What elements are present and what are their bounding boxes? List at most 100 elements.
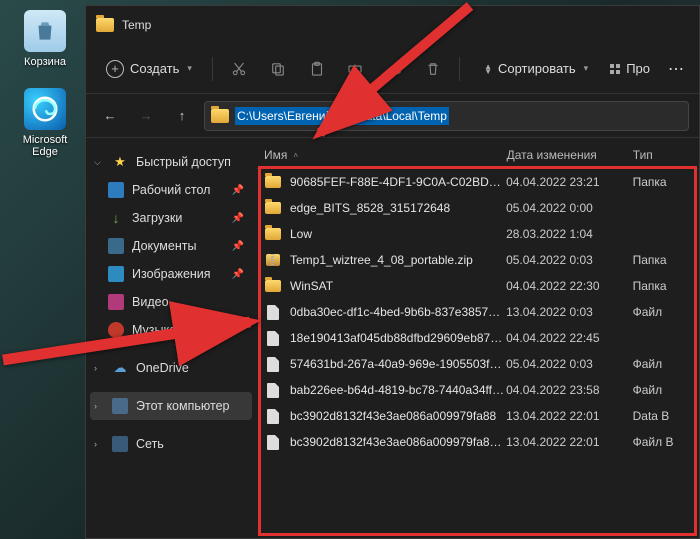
folder-icon [264, 226, 282, 242]
folder-icon [96, 18, 114, 32]
sidebar-item-label: Рабочий стол [132, 183, 210, 197]
column-date[interactable]: Дата изменения [507, 148, 633, 162]
sidebar-item-label: Видео [132, 295, 169, 309]
edge-shortcut[interactable]: Microsoft Edge [10, 88, 80, 158]
sidebar-item-documents[interactable]: Документы 📌 [90, 232, 252, 260]
file-icon [264, 356, 282, 372]
sidebar-network[interactable]: › Сеть [90, 430, 252, 458]
sort-indicator-icon: ˄ [293, 151, 298, 160]
rename-button[interactable] [339, 51, 372, 87]
file-row[interactable]: bc3902d8132f43e3ae086a009979fa88.db.ses1… [256, 429, 699, 455]
new-button[interactable]: + Создать ▾ [96, 54, 202, 84]
file-type: Файл [633, 305, 691, 319]
file-type: Файл [633, 383, 691, 397]
delete-button[interactable] [416, 51, 449, 87]
file-type: Файл B [633, 435, 691, 449]
document-icon [108, 238, 124, 254]
file-row[interactable]: 18e190413af045db88dfbd29609eb877.db…04.0… [256, 325, 699, 351]
forward-button[interactable]: → [132, 102, 160, 130]
video-icon [108, 294, 124, 310]
file-date: 13.04.2022 22:01 [506, 435, 633, 449]
network-icon [112, 436, 128, 452]
file-icon [264, 304, 282, 320]
sidebar-item-label: OneDrive [136, 361, 189, 375]
sidebar: ⌵ ★ Быстрый доступ Рабочий стол 📌 ↓ Загр… [86, 138, 256, 538]
file-type: Папка [633, 253, 691, 267]
zip-icon [264, 252, 282, 268]
sidebar-item-label: Загрузки [132, 211, 182, 225]
file-date: 13.04.2022 0:03 [506, 305, 633, 319]
sidebar-item-label: Сеть [136, 437, 164, 451]
file-date: 04.04.2022 23:21 [506, 175, 633, 189]
sort-icon: ▲▼ [484, 64, 492, 74]
paste-button[interactable] [300, 51, 333, 87]
file-name: bab226ee-b64d-4819-bc78-7440a34ff55e… [290, 383, 506, 397]
folder-icon [264, 174, 282, 190]
file-name: bc3902d8132f43e3ae086a009979fa88 [290, 409, 506, 423]
file-date: 04.04.2022 22:30 [506, 279, 633, 293]
sort-button[interactable]: ▲▼ Сортировать ▾ [476, 55, 596, 82]
file-row[interactable]: edge_BITS_8528_31517264805.04.2022 0:00 [256, 195, 699, 221]
file-row[interactable]: WinSAT04.04.2022 22:30Папка [256, 273, 699, 299]
sidebar-item-desktop[interactable]: Рабочий стол 📌 [90, 176, 252, 204]
column-name[interactable]: Имя ˄ [264, 148, 507, 162]
rename-icon [346, 60, 364, 78]
sidebar-item-pictures[interactable]: Изображения 📌 [90, 260, 252, 288]
address-path[interactable]: C:\Users\Евгений\AppData\Local\Temp [235, 107, 449, 125]
chevron-down-icon: ▾ [187, 63, 192, 74]
sidebar-item-label: Документы [132, 239, 196, 253]
recycle-bin-label: Корзина [10, 56, 80, 68]
address-bar[interactable]: C:\Users\Евгений\AppData\Local\Temp [204, 101, 689, 131]
more-button[interactable]: ⋯ [668, 59, 685, 79]
sidebar-item-label: Изображения [132, 267, 211, 281]
file-row[interactable]: bab226ee-b64d-4819-bc78-7440a34ff55e…04.… [256, 377, 699, 403]
column-type[interactable]: Тип [633, 148, 691, 162]
grid-icon [610, 64, 620, 74]
pc-icon [112, 398, 128, 414]
column-headers: Имя ˄ Дата изменения Тип [256, 142, 699, 169]
desktop-icon [108, 182, 124, 198]
back-button[interactable]: ← [96, 102, 124, 130]
file-row[interactable]: bc3902d8132f43e3ae086a009979fa8813.04.20… [256, 403, 699, 429]
file-name: 0dba30ec-df1c-4bed-9b6b-837e38577905… [290, 305, 506, 319]
separator [459, 57, 460, 81]
edge-icon [24, 88, 66, 130]
file-row[interactable]: 574631bd-267a-40a9-969e-1905503f03b2…05.… [256, 351, 699, 377]
address-row: ← → ↑ C:\Users\Евгений\AppData\Local\Tem… [86, 94, 699, 138]
sidebar-item-videos[interactable]: Видео [90, 288, 252, 316]
file-name: 90685FEF-F88E-4DF1-9C0A-C02BDAD4E5… [290, 175, 506, 189]
file-pane: Имя ˄ Дата изменения Тип 90685FEF-F88E-4… [256, 138, 699, 538]
file-date: 05.04.2022 0:03 [506, 357, 633, 371]
up-button[interactable]: ↑ [168, 102, 196, 130]
file-row[interactable]: 90685FEF-F88E-4DF1-9C0A-C02BDAD4E5…04.04… [256, 169, 699, 195]
cut-button[interactable] [223, 51, 256, 87]
download-icon: ↓ [108, 210, 124, 226]
file-date: 13.04.2022 22:01 [506, 409, 633, 423]
sidebar-quick-access[interactable]: ⌵ ★ Быстрый доступ [90, 148, 252, 176]
file-name: bc3902d8132f43e3ae086a009979fa88.db.ses [290, 435, 506, 449]
file-row[interactable]: Low28.03.2022 1:04 [256, 221, 699, 247]
copy-button[interactable] [262, 51, 295, 87]
recycle-bin-icon [24, 10, 66, 52]
file-row[interactable]: 0dba30ec-df1c-4bed-9b6b-837e38577905…13.… [256, 299, 699, 325]
folder-icon [211, 109, 229, 123]
sidebar-item-label: Этот компьютер [136, 399, 229, 413]
view-button[interactable]: Про [602, 55, 658, 82]
copy-icon [269, 60, 287, 78]
sidebar-onedrive[interactable]: › ☁ OneDrive [90, 354, 252, 382]
titlebar[interactable]: Temp [86, 6, 699, 44]
sidebar-item-music[interactable]: Музыка [90, 316, 252, 344]
chevron-down-icon: ⌵ [94, 157, 104, 168]
file-row[interactable]: Temp1_wiztree_4_08_portable.zip05.04.202… [256, 247, 699, 273]
sidebar-item-downloads[interactable]: ↓ Загрузки 📌 [90, 204, 252, 232]
clipboard-icon [308, 60, 326, 78]
pin-icon: 📌 [232, 213, 244, 224]
sidebar-this-pc[interactable]: › Этот компьютер [90, 392, 252, 420]
share-button[interactable] [378, 51, 411, 87]
file-icon [264, 434, 282, 450]
file-name: Low [290, 227, 506, 241]
file-list: 90685FEF-F88E-4DF1-9C0A-C02BDAD4E5…04.04… [256, 169, 699, 455]
file-date: 05.04.2022 0:00 [506, 201, 633, 215]
recycle-bin[interactable]: Корзина [10, 10, 80, 68]
sidebar-item-label: Быстрый доступ [136, 155, 231, 169]
